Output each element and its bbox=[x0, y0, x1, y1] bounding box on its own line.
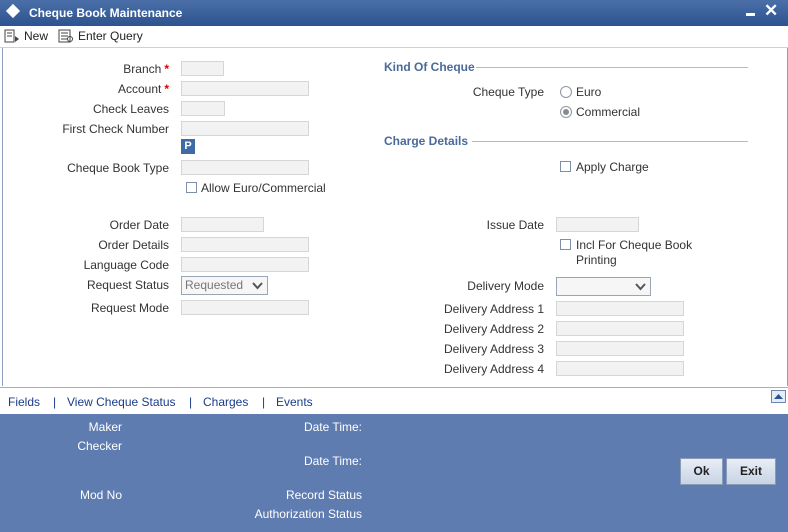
request-status-select[interactable]: Requested bbox=[181, 276, 268, 295]
new-document-icon bbox=[4, 29, 19, 43]
delivery-address-3-label: Delivery Address 3 bbox=[443, 342, 544, 356]
language-code-label: Language Code bbox=[83, 258, 169, 272]
request-status-value: Requested bbox=[185, 278, 244, 292]
language-code-input[interactable] bbox=[181, 257, 309, 272]
delivery-address-1-label: Delivery Address 1 bbox=[443, 302, 544, 316]
mod-no-label: Mod No bbox=[79, 488, 122, 502]
delivery-address-1-input[interactable] bbox=[556, 301, 684, 316]
record-status-label: Record Status bbox=[285, 488, 362, 502]
delivery-address-3-input[interactable] bbox=[556, 341, 684, 356]
delivery-mode-select[interactable] bbox=[556, 277, 651, 296]
apply-charge-label: Apply Charge bbox=[576, 160, 649, 174]
tab-view-cheque-status[interactable]: View Cheque Status bbox=[67, 395, 176, 409]
required-marker: * bbox=[164, 62, 169, 76]
toolbar: New Enter Query bbox=[0, 26, 788, 48]
branch-input[interactable] bbox=[181, 61, 224, 76]
order-date-label: Order Date bbox=[109, 218, 169, 232]
branch-label: Branch * bbox=[123, 62, 169, 76]
chevron-down-icon bbox=[252, 282, 263, 290]
chevron-down-icon bbox=[635, 283, 646, 291]
delivery-mode-label: Delivery Mode bbox=[467, 279, 544, 293]
section-divider bbox=[472, 141, 748, 142]
first-check-number-label: First Check Number bbox=[62, 122, 169, 136]
tab-separator: | bbox=[53, 395, 57, 409]
enter-query-label: Enter Query bbox=[78, 29, 143, 43]
issue-date-input[interactable] bbox=[556, 217, 639, 232]
required-marker: * bbox=[164, 82, 169, 96]
close-icon[interactable]: ✕ bbox=[764, 2, 778, 20]
delivery-address-4-input[interactable] bbox=[556, 361, 684, 376]
p-button[interactable]: P bbox=[181, 139, 195, 154]
enter-query-button[interactable]: Enter Query bbox=[58, 28, 143, 44]
issue-date-label: Issue Date bbox=[486, 218, 544, 232]
request-mode-label: Request Mode bbox=[90, 301, 169, 315]
minimize-icon[interactable] bbox=[746, 13, 755, 16]
account-input[interactable] bbox=[181, 81, 309, 96]
tab-charges[interactable]: Charges bbox=[203, 395, 248, 409]
maker-label: Maker bbox=[88, 420, 122, 434]
allow-euro-commercial-label: Allow Euro/Commercial bbox=[201, 181, 326, 195]
tab-separator: | bbox=[189, 395, 193, 409]
order-details-label: Order Details bbox=[98, 238, 169, 252]
window-title: Cheque Book Maintenance bbox=[29, 6, 183, 20]
first-check-number-input[interactable] bbox=[181, 121, 309, 136]
incl-printing-label-line2: Printing bbox=[576, 253, 617, 267]
tab-events[interactable]: Events bbox=[276, 395, 313, 409]
euro-option-label: Euro bbox=[576, 85, 602, 99]
check-leaves-input[interactable] bbox=[181, 101, 225, 116]
section-divider bbox=[476, 67, 748, 68]
new-button[interactable]: New bbox=[4, 28, 48, 44]
checker-date-time-label: Date Time: bbox=[303, 454, 362, 468]
delivery-address-4-label: Delivery Address 4 bbox=[443, 362, 544, 376]
collapse-arrow-icon[interactable] bbox=[771, 390, 786, 403]
cheque-type-label: Cheque Type bbox=[472, 85, 544, 99]
request-status-label: Request Status bbox=[86, 278, 169, 292]
tab-fields[interactable]: Fields bbox=[8, 395, 40, 409]
new-label: New bbox=[24, 29, 49, 43]
subsystem-tabs: Fields | View Cheque Status | Charges | … bbox=[0, 387, 788, 414]
exit-button[interactable]: Exit bbox=[726, 458, 776, 485]
order-date-input[interactable] bbox=[181, 217, 264, 232]
charge-details-section: Charge Details bbox=[384, 134, 469, 148]
delivery-address-2-input[interactable] bbox=[556, 321, 684, 336]
ok-button[interactable]: Ok bbox=[680, 458, 723, 485]
apply-charge-checkbox[interactable] bbox=[560, 161, 571, 172]
incl-cheque-book-printing-checkbox[interactable] bbox=[560, 239, 571, 250]
allow-euro-commercial-checkbox[interactable] bbox=[186, 182, 197, 193]
cheque-book-type-input[interactable] bbox=[181, 160, 309, 175]
checker-label: Checker bbox=[77, 439, 122, 453]
kind-of-cheque-section: Kind Of Cheque bbox=[384, 60, 475, 74]
cheque-book-type-label: Cheque Book Type bbox=[67, 161, 169, 175]
check-leaves-label: Check Leaves bbox=[92, 102, 169, 116]
order-details-input[interactable] bbox=[181, 237, 309, 252]
commercial-option-label: Commercial bbox=[576, 105, 641, 119]
euro-radio[interactable] bbox=[560, 86, 572, 98]
enter-query-icon bbox=[58, 29, 73, 43]
request-mode-input[interactable] bbox=[181, 300, 309, 315]
app-diamond-icon bbox=[5, 3, 21, 19]
commercial-radio[interactable] bbox=[560, 106, 572, 118]
delivery-address-2-label: Delivery Address 2 bbox=[443, 322, 544, 336]
authorization-status-label: Authorization Status bbox=[254, 507, 362, 521]
tab-separator: | bbox=[262, 395, 266, 409]
account-label: Account * bbox=[117, 82, 169, 96]
maker-date-time-label: Date Time: bbox=[303, 420, 362, 434]
title-bar: Cheque Book Maintenance ✕ bbox=[0, 0, 788, 26]
incl-printing-label-line1: Incl For Cheque Book bbox=[576, 238, 693, 252]
